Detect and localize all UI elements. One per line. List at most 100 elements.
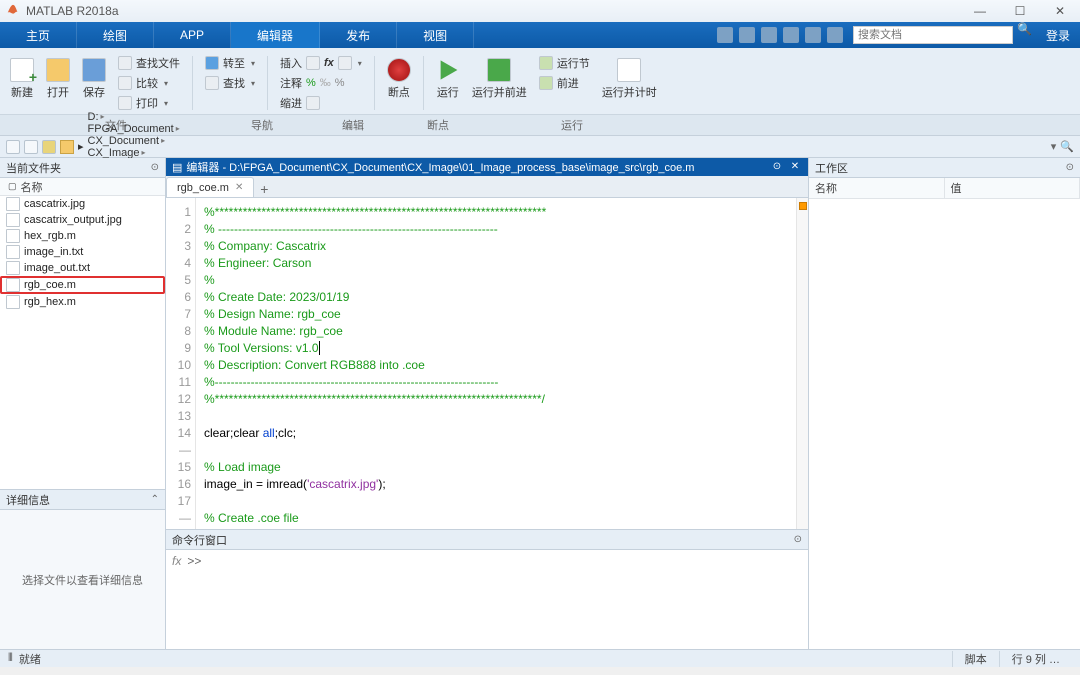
ws-col-value[interactable]: 值 [945, 178, 1080, 198]
new-button[interactable]: 新建 [6, 54, 38, 104]
status-cursor: 行 9 列 … [999, 651, 1072, 667]
collapse-icon[interactable]: ⊙ [151, 162, 159, 173]
new-file-icon [10, 58, 34, 82]
advance-button[interactable]: 前进 [535, 74, 594, 92]
tab-plots[interactable]: 绘图 [77, 22, 154, 48]
breadcrumb-item[interactable]: CX_Image▸ [88, 147, 218, 159]
nav-up-icon[interactable] [42, 140, 56, 154]
login-link[interactable]: 登录 [1036, 22, 1080, 48]
open-folder-icon [46, 58, 70, 82]
run-icon [436, 58, 460, 82]
status-script: 脚本 [952, 651, 999, 667]
save-icon [82, 58, 106, 82]
file-col-header[interactable]: 名称 [21, 179, 43, 195]
file-icon [6, 213, 20, 227]
file-item[interactable]: rgb_hex.m [0, 294, 165, 310]
search-icon[interactable]: 🔍 [1017, 22, 1036, 48]
compare-icon [118, 76, 132, 90]
find-button[interactable]: 查找▾ [201, 74, 259, 92]
matlab-logo-icon [6, 4, 20, 18]
fx-prompt-icon: fx [172, 554, 181, 645]
close-button[interactable]: ✕ [1040, 0, 1080, 22]
breakpoints-button[interactable]: 断点 [383, 54, 415, 104]
group-label-nav: 导航 [232, 115, 292, 135]
quick-access-icons [717, 22, 849, 48]
qa-undo-icon[interactable] [805, 27, 821, 43]
tab-home[interactable]: 主页 [0, 22, 77, 48]
tab-close-icon[interactable]: ✕ [235, 182, 243, 193]
details-chevron-icon[interactable]: ⌃ [151, 494, 159, 505]
file-icon [6, 245, 20, 259]
addr-search-icon[interactable]: 🔍 [1060, 140, 1074, 153]
nav-fwd-icon[interactable] [24, 140, 38, 154]
qa-cut-icon[interactable] [739, 27, 755, 43]
find-files-icon [118, 56, 132, 70]
tab-add-button[interactable]: + [254, 181, 274, 197]
file-item[interactable]: rgb_coe.m [0, 276, 165, 294]
editor-close-icon[interactable]: ✕ [788, 160, 802, 174]
open-button[interactable]: 打开 [42, 54, 74, 104]
tab-apps[interactable]: APP [154, 22, 231, 48]
tab-publish[interactable]: 发布 [320, 22, 397, 48]
file-tab-bar: rgb_coe.m✕ + [166, 176, 808, 198]
breadcrumb-item[interactable]: FPGA_Document▸ [88, 123, 218, 135]
run-advance-button[interactable]: 运行并前进 [468, 54, 531, 104]
comment-button[interactable]: 注释 % ‰ % [276, 74, 366, 92]
code-marker-column [796, 198, 808, 529]
indent-button[interactable]: 缩进 [276, 94, 366, 112]
current-folder-title: 当前文件夹⊙ [0, 158, 165, 178]
file-item[interactable]: hex_rgb.m [0, 228, 165, 244]
print-button[interactable]: 打印▾ [114, 94, 184, 112]
file-icon [6, 278, 20, 292]
editor-restore-icon[interactable]: ⊙ [770, 160, 784, 174]
ws-col-name[interactable]: 名称 [809, 178, 945, 198]
minimize-button[interactable]: — [960, 0, 1000, 22]
goto-button[interactable]: 转至▾ [201, 54, 259, 72]
file-item[interactable]: cascatrix.jpg [0, 196, 165, 212]
qa-redo-icon[interactable] [827, 27, 843, 43]
run-time-button[interactable]: 运行并计时 [598, 54, 661, 104]
nav-back-icon[interactable] [6, 140, 20, 154]
cmd-collapse-icon[interactable]: ⊙ [794, 534, 802, 545]
app-title: MATLAB R2018a [26, 4, 119, 18]
maximize-button[interactable]: ☐ [1000, 0, 1040, 22]
workspace-title: 工作区⊙ [809, 158, 1080, 178]
breadcrumb-item[interactable]: D:▸ [88, 111, 218, 123]
breakpoint-icon [387, 58, 411, 82]
file-icon [6, 229, 20, 243]
status-bar: ⦀ 就绪 脚本 行 9 列 … [0, 649, 1080, 667]
compare-button[interactable]: 比较▾ [114, 74, 184, 92]
advance-icon [539, 76, 553, 90]
qa-copy-icon[interactable] [761, 27, 777, 43]
indent-icon [306, 96, 320, 110]
file-item[interactable]: image_out.txt [0, 260, 165, 276]
file-item[interactable]: image_in.txt [0, 244, 165, 260]
search-docs-input[interactable] [853, 26, 1013, 44]
run-section-button[interactable]: 运行节 [535, 54, 594, 72]
insert-button[interactable]: 插入 fx ▾ [276, 54, 366, 72]
tab-view[interactable]: 视图 [397, 22, 474, 48]
file-icon [6, 295, 20, 309]
run-button[interactable]: 运行 [432, 54, 464, 104]
code-editor[interactable]: 1234567891011121314 —151617 —181920 —212… [166, 198, 808, 529]
editor-doc-header: ▤ 编辑器 - D:\FPGA_Document\CX_Document\CX_… [166, 158, 808, 176]
command-prompt: >> [187, 554, 201, 645]
goto-icon [205, 56, 219, 70]
find-files-button[interactable]: 查找文件 [114, 54, 184, 72]
tab-editor[interactable]: 编辑器 [231, 22, 320, 48]
file-tab[interactable]: rgb_coe.m✕ [166, 177, 254, 197]
qa-save-icon[interactable] [717, 27, 733, 43]
run-advance-icon [487, 58, 511, 82]
warning-marker-icon[interactable] [799, 202, 807, 210]
status-ready: 就绪 [19, 651, 41, 667]
save-button[interactable]: 保存 [78, 54, 110, 104]
details-title: 详细信息⌃ [0, 490, 165, 510]
file-icon [6, 197, 20, 211]
ws-collapse-icon[interactable]: ⊙ [1066, 162, 1074, 173]
breadcrumb-item[interactable]: CX_Document▸ [88, 135, 218, 147]
qa-paste-icon[interactable] [783, 27, 799, 43]
folder-icon [60, 140, 74, 154]
file-item[interactable]: cascatrix_output.jpg [0, 212, 165, 228]
group-label-edit: 编辑 [292, 115, 414, 135]
command-window[interactable]: fx >> [166, 550, 808, 649]
